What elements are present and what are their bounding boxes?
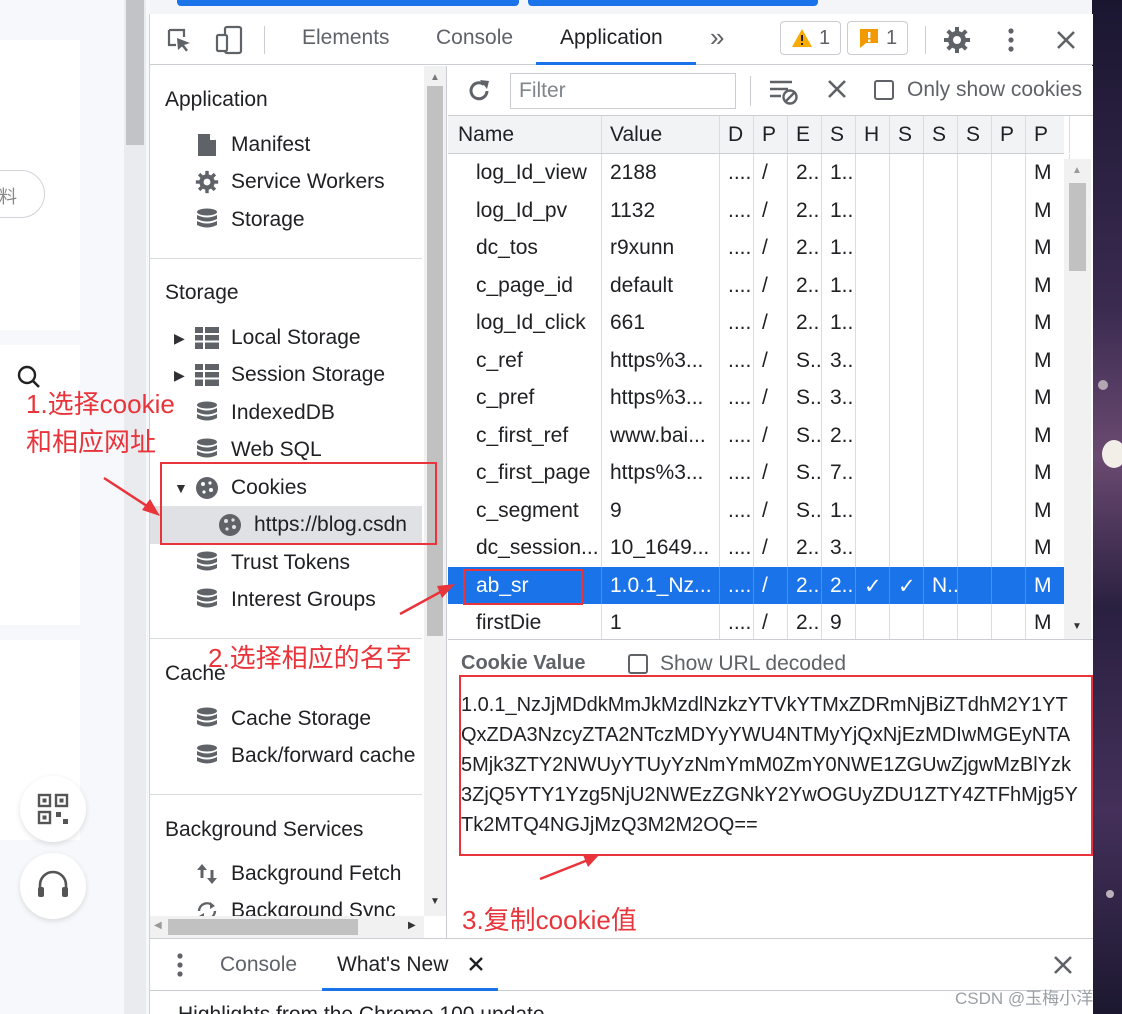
annotation-step3: 3.复制cookie值 [462,905,637,935]
annotation-step1-line2: 和相应网址 [26,427,157,457]
annotation-arrows [103,476,600,881]
annotation-step1-line1: 1.选择cookie [26,389,175,419]
csdn-watermark: CSDN @玉梅小洋 [955,989,1094,1008]
annotation-step2: 2.选择相应的名字 [208,643,412,673]
